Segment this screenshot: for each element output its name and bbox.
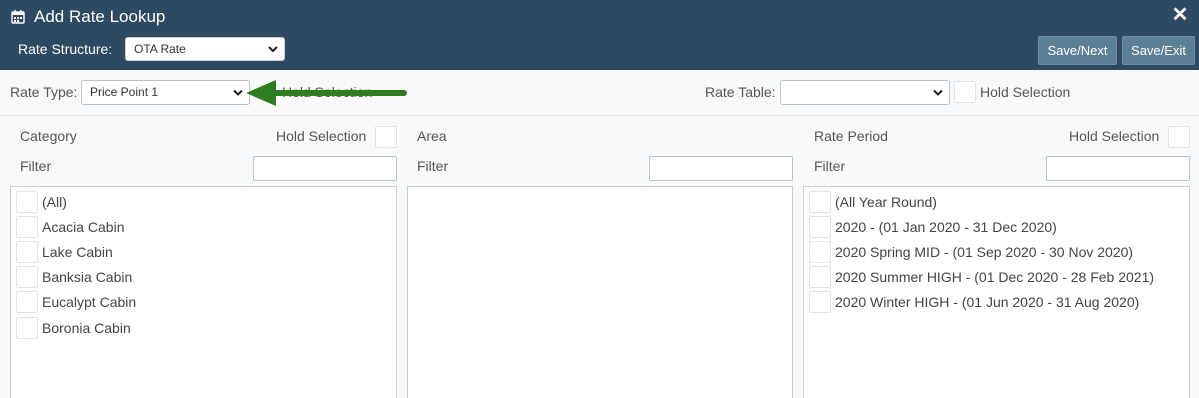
rate-structure-select[interactable]: OTA Rate bbox=[125, 37, 285, 61]
list-item[interactable]: 2020 Spring MID - (01 Sep 2020 - 30 Nov … bbox=[804, 241, 1189, 266]
rate-structure-value: OTA Rate bbox=[134, 42, 186, 56]
category-hold-selection-label: Hold Selection bbox=[276, 128, 367, 144]
rate-type-label: Rate Type: bbox=[10, 84, 78, 100]
list-item-checkbox[interactable] bbox=[16, 291, 38, 313]
area-filter-label: Filter bbox=[417, 158, 449, 174]
save-next-button[interactable]: Save/Next bbox=[1038, 36, 1117, 65]
category-filter-label: Filter bbox=[20, 158, 52, 174]
list-item[interactable]: (All Year Round) bbox=[804, 191, 1189, 216]
list-item-label: 2020 Winter HIGH - (01 Jun 2020 - 31 Aug… bbox=[835, 294, 1140, 310]
rate-table-select[interactable] bbox=[780, 80, 950, 105]
dialog-header: Add Rate Lookup ✕ Rate Structure: OTA Ra… bbox=[0, 0, 1199, 70]
list-item[interactable]: (All) bbox=[11, 191, 396, 216]
rate-table-hold-checkbox[interactable] bbox=[954, 81, 976, 103]
close-icon[interactable]: ✕ bbox=[1170, 5, 1190, 25]
category-listbox[interactable]: (All) Acacia Cabin Lake Cabin Banksia Ca… bbox=[10, 186, 397, 398]
list-item-checkbox[interactable] bbox=[809, 191, 831, 213]
dialog-title: Add Rate Lookup bbox=[34, 7, 166, 26]
rate-period-hold-selection-label: Hold Selection bbox=[1069, 128, 1160, 144]
chevron-down-icon bbox=[268, 46, 278, 53]
list-item-label: Banksia Cabin bbox=[42, 269, 133, 285]
pointer-arrow-icon bbox=[246, 80, 407, 106]
list-item-label: Acacia Cabin bbox=[42, 219, 125, 235]
list-item-checkbox[interactable] bbox=[809, 241, 831, 263]
list-item[interactable]: Eucalypt Cabin bbox=[11, 291, 396, 316]
list-item-label: Eucalypt Cabin bbox=[42, 294, 137, 310]
list-item-label: 2020 Spring MID - (01 Sep 2020 - 30 Nov … bbox=[835, 244, 1134, 260]
rate-period-filter-label: Filter bbox=[814, 158, 846, 174]
list-item-label: (All Year Round) bbox=[835, 194, 937, 210]
list-item-label: Boronia Cabin bbox=[42, 320, 131, 336]
list-item-checkbox[interactable] bbox=[16, 191, 38, 213]
list-item-checkbox[interactable] bbox=[809, 266, 831, 288]
rate-type-select[interactable]: Price Point 1 bbox=[81, 80, 250, 105]
chevron-down-icon bbox=[233, 89, 243, 96]
list-item[interactable]: 2020 Winter HIGH - (01 Jun 2020 - 31 Aug… bbox=[804, 291, 1189, 316]
area-listbox[interactable] bbox=[407, 186, 793, 398]
list-item[interactable]: 2020 Summer HIGH - (01 Dec 2020 - 28 Feb… bbox=[804, 266, 1189, 291]
list-item-label: 2020 - (01 Jan 2020 - 31 Dec 2020) bbox=[835, 219, 1057, 235]
list-item[interactable]: Boronia Cabin bbox=[11, 317, 396, 342]
list-item-checkbox[interactable] bbox=[809, 291, 831, 313]
list-item[interactable]: Lake Cabin bbox=[11, 241, 396, 266]
rate-table-hold-selection-label: Hold Selection bbox=[980, 84, 1071, 100]
area-filter-input[interactable] bbox=[649, 156, 793, 181]
list-item-label: 2020 Summer HIGH - (01 Dec 2020 - 28 Feb… bbox=[835, 269, 1155, 285]
rate-type-value: Price Point 1 bbox=[90, 85, 159, 99]
list-item-label: (All) bbox=[42, 194, 67, 210]
list-item-label: Lake Cabin bbox=[42, 244, 113, 260]
rate-period-header: Rate Period bbox=[814, 128, 888, 144]
list-item-checkbox[interactable] bbox=[809, 216, 831, 238]
save-exit-button[interactable]: Save/Exit bbox=[1122, 36, 1195, 65]
calendar-icon bbox=[11, 10, 25, 24]
category-header: Category bbox=[20, 128, 77, 144]
rate-structure-label: Rate Structure: bbox=[18, 41, 113, 57]
chevron-down-icon bbox=[933, 89, 943, 96]
category-hold-checkbox[interactable] bbox=[375, 126, 397, 148]
rate-table-label: Rate Table: bbox=[705, 84, 776, 100]
rate-period-listbox[interactable]: (All Year Round) 2020 - (01 Jan 2020 - 3… bbox=[803, 186, 1190, 398]
list-item-checkbox[interactable] bbox=[16, 241, 38, 263]
list-item[interactable]: Banksia Cabin bbox=[11, 266, 396, 291]
category-filter-input[interactable] bbox=[253, 156, 397, 181]
rate-period-hold-checkbox[interactable] bbox=[1168, 126, 1190, 148]
list-item[interactable]: Acacia Cabin bbox=[11, 216, 396, 241]
list-item-checkbox[interactable] bbox=[16, 317, 38, 339]
rate-period-filter-input[interactable] bbox=[1046, 156, 1190, 181]
list-item-checkbox[interactable] bbox=[16, 266, 38, 288]
list-item-checkbox[interactable] bbox=[16, 216, 38, 238]
area-header: Area bbox=[417, 128, 447, 144]
list-item[interactable]: 2020 - (01 Jan 2020 - 31 Dec 2020) bbox=[804, 216, 1189, 241]
